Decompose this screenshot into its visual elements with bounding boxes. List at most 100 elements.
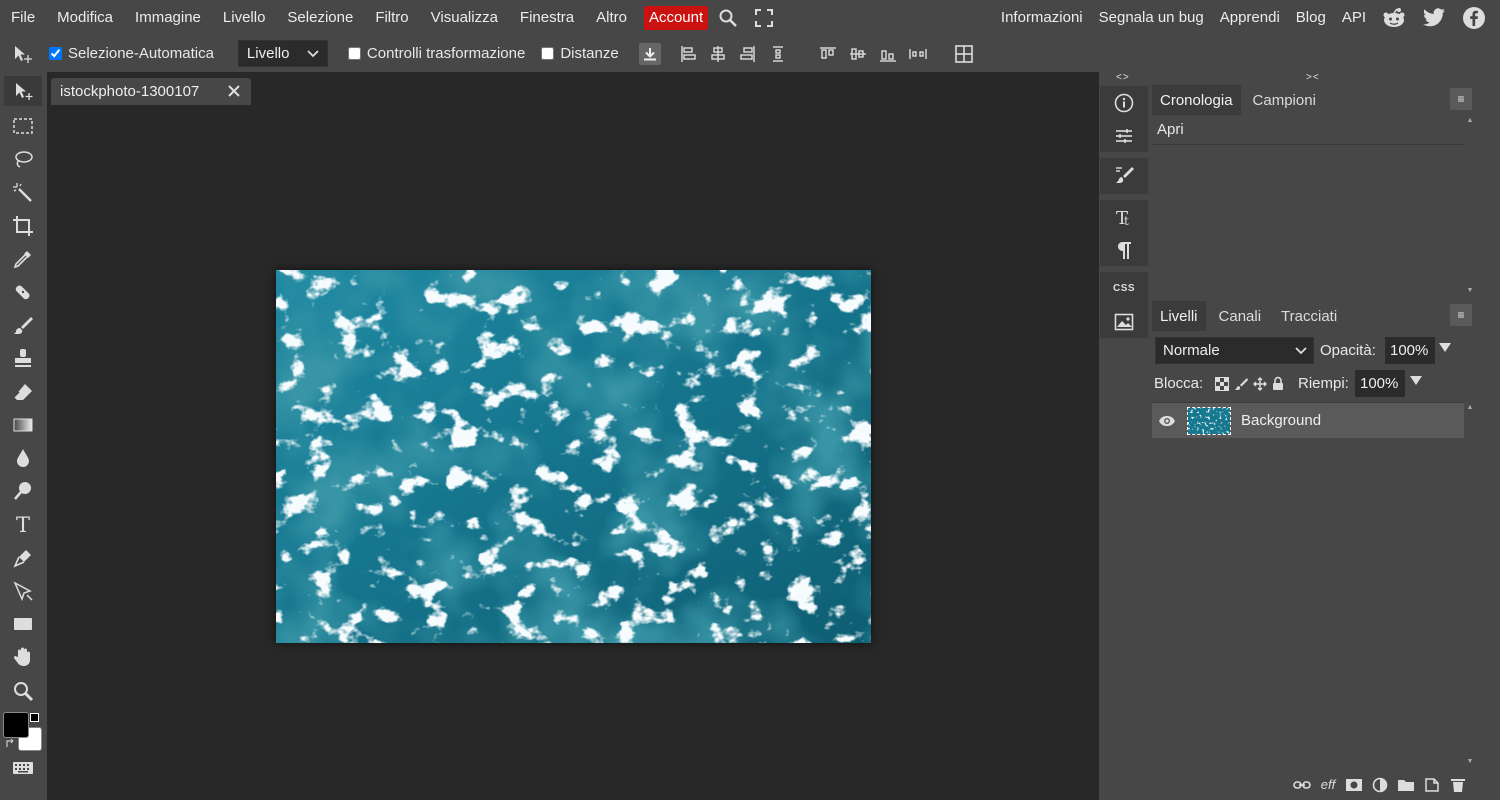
layer-effects-icon[interactable]: eff — [1316, 775, 1340, 795]
character-icon[interactable]: Tt — [1100, 200, 1148, 233]
distribute-v-icon[interactable] — [907, 43, 929, 65]
new-group-icon[interactable] — [1394, 775, 1418, 795]
auto-select-target-select[interactable]: Livello — [237, 40, 328, 67]
reddit-icon[interactable] — [1380, 4, 1408, 32]
menu-altro[interactable]: Altro — [585, 0, 638, 35]
lock-move-icon[interactable] — [1253, 377, 1267, 391]
lasso-tool[interactable] — [4, 144, 42, 174]
keyboard-tool[interactable] — [4, 753, 42, 783]
tab-livelli[interactable]: Livelli — [1152, 301, 1206, 331]
layer-row[interactable]: Background — [1152, 403, 1464, 438]
info-icon[interactable] — [1100, 86, 1148, 119]
color-swatches[interactable] — [3, 712, 45, 754]
swap-colors-icon[interactable] — [5, 739, 15, 749]
menu-selezione[interactable]: Selezione — [276, 0, 364, 35]
menu-livello[interactable]: Livello — [212, 0, 277, 35]
crop-tool[interactable] — [4, 211, 42, 241]
menu-modifica[interactable]: Modifica — [46, 0, 124, 35]
menu-informazioni[interactable]: Informazioni — [993, 0, 1091, 35]
transform-controls-input[interactable] — [347, 47, 361, 60]
align-right-icon[interactable] — [737, 43, 759, 65]
brush-tool[interactable] — [4, 310, 42, 340]
layer-mask-icon[interactable] — [1342, 775, 1366, 795]
menu-blog[interactable]: Blog — [1288, 0, 1334, 35]
menu-segnala-bug[interactable]: Segnala un bug — [1091, 0, 1212, 35]
css-icon[interactable]: CSS — [1100, 272, 1148, 305]
auto-select-input[interactable] — [49, 47, 62, 60]
menu-finestra[interactable]: Finestra — [509, 0, 585, 35]
menu-api[interactable]: API — [1334, 0, 1374, 35]
fill-dropdown-icon[interactable] — [1409, 373, 1423, 387]
eraser-tool[interactable] — [4, 377, 42, 407]
layers-scrollbar[interactable]: ▲ ▼ — [1464, 402, 1476, 767]
default-colors-icon[interactable] — [30, 713, 39, 722]
blend-mode-select[interactable]: Normale — [1155, 337, 1314, 364]
link-layers-icon[interactable] — [1290, 775, 1314, 795]
history-scrollbar[interactable]: ▲ ▼ — [1464, 115, 1476, 296]
tab-tracciati[interactable]: Tracciati — [1273, 301, 1345, 331]
align-center-h-icon[interactable] — [707, 43, 729, 65]
layers-panel-menu-icon[interactable]: ≡ — [1450, 304, 1472, 326]
foreground-color-swatch[interactable] — [3, 712, 29, 738]
menu-file[interactable]: File — [0, 0, 46, 35]
stamp-tool[interactable] — [4, 343, 42, 373]
fill-input[interactable]: 100% — [1355, 370, 1405, 397]
opacity-input[interactable]: 100% — [1385, 337, 1435, 364]
collapse-icon[interactable]: >< — [1306, 72, 1320, 83]
history-entry[interactable]: Apri — [1152, 115, 1464, 145]
menu-apprendi[interactable]: Apprendi — [1212, 0, 1288, 35]
scroll-down-icon[interactable]: ▼ — [1464, 758, 1476, 765]
transform-controls-checkbox[interactable]: Controlli trasformazione — [347, 45, 525, 62]
distances-checkbox[interactable]: Distanze — [541, 45, 619, 62]
healing-tool[interactable] — [4, 277, 42, 307]
scroll-down-icon[interactable]: ▼ — [1464, 287, 1476, 294]
path-select-tool[interactable] — [4, 576, 42, 606]
lock-all-icon[interactable] — [1272, 376, 1284, 391]
tab-cronologia[interactable]: Cronologia — [1152, 85, 1241, 115]
eyedropper-tool[interactable] — [4, 244, 42, 274]
history-panel-menu-icon[interactable]: ≡ — [1450, 88, 1472, 110]
zoom-tool[interactable] — [4, 676, 42, 706]
download-icon[interactable] — [638, 42, 661, 65]
paragraph-icon[interactable] — [1100, 233, 1148, 266]
magic-wand-tool[interactable] — [4, 178, 42, 208]
opacity-dropdown-icon[interactable] — [1438, 340, 1452, 354]
close-icon[interactable] — [225, 82, 243, 100]
delete-layer-icon[interactable] — [1446, 775, 1470, 795]
distances-input[interactable] — [541, 47, 555, 60]
tab-campioni[interactable]: Campioni — [1245, 85, 1324, 115]
gradient-tool[interactable] — [4, 410, 42, 440]
dodge-tool[interactable] — [4, 476, 42, 506]
lock-transparency-icon[interactable] — [1215, 377, 1229, 391]
align-left-icon[interactable] — [677, 43, 699, 65]
scroll-up-icon[interactable]: ▲ — [1464, 117, 1476, 124]
fullscreen-icon[interactable] — [750, 4, 778, 32]
twitter-icon[interactable] — [1420, 4, 1448, 32]
document-tab[interactable]: istockphoto-1300107 — [51, 78, 251, 105]
layer-thumbnail[interactable] — [1187, 406, 1231, 435]
align-top-icon[interactable] — [817, 43, 839, 65]
adjustments-icon[interactable] — [1100, 119, 1148, 152]
auto-select-checkbox[interactable]: Selezione-Automatica — [49, 45, 214, 62]
eye-icon[interactable] — [1152, 415, 1182, 427]
move-tool[interactable] — [4, 76, 42, 106]
marquee-tool[interactable] — [4, 111, 42, 141]
scroll-up-icon[interactable]: ▲ — [1464, 404, 1476, 411]
search-icon[interactable] — [714, 4, 742, 32]
distribute-h-icon[interactable] — [767, 43, 789, 65]
align-middle-icon[interactable] — [847, 43, 869, 65]
blur-tool[interactable] — [4, 443, 42, 473]
hand-tool[interactable] — [4, 642, 42, 672]
lock-brush-icon[interactable] — [1234, 377, 1248, 391]
adjustment-layer-icon[interactable] — [1368, 775, 1392, 795]
canvas-workspace[interactable]: istockphoto-1300107 — [47, 72, 1099, 800]
type-tool[interactable]: T — [4, 509, 42, 539]
pen-tool[interactable] — [4, 543, 42, 573]
menu-visualizza[interactable]: Visualizza — [420, 0, 509, 35]
new-layer-icon[interactable] — [1420, 775, 1444, 795]
align-bottom-icon[interactable] — [877, 43, 899, 65]
menu-immagine[interactable]: Immagine — [124, 0, 212, 35]
expand-icon[interactable]: <> — [1116, 72, 1130, 83]
tab-canali[interactable]: Canali — [1211, 301, 1270, 331]
brush-settings-icon[interactable] — [1100, 158, 1148, 191]
